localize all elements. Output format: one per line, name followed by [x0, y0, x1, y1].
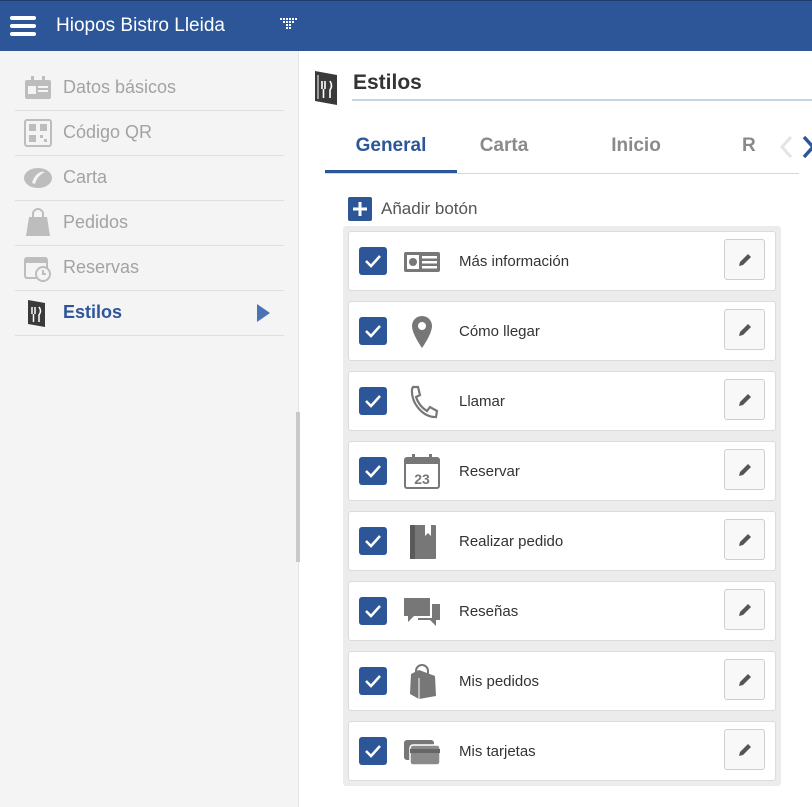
- menu-book-icon: [23, 298, 53, 328]
- item-label: Reseñas: [459, 603, 519, 620]
- item-label: Cómo llegar: [459, 323, 540, 340]
- tab-bar: General Carta Inicio R: [325, 121, 812, 174]
- map-pin-icon: [402, 314, 442, 350]
- sidebar-item-label: Carta: [63, 167, 108, 187]
- bag-icon: [402, 664, 442, 700]
- sidebar-item-pedidos[interactable]: Pedidos: [15, 201, 284, 246]
- list-item: Mis pedidos: [348, 651, 776, 711]
- sidebar-item-label: Código QR: [63, 122, 153, 142]
- item-label: Mis pedidos: [459, 673, 540, 690]
- sidebar-item-carta[interactable]: Carta: [15, 156, 284, 201]
- item-label: Realizar pedido: [459, 533, 564, 550]
- sidebar-item-reservas[interactable]: Reservas: [15, 246, 284, 291]
- item-label: Mis tarjetas: [459, 743, 536, 760]
- edit-button[interactable]: [724, 729, 765, 770]
- sidebar-item-estilos[interactable]: Estilos: [15, 291, 284, 336]
- sidebar-item-label: Estilos: [63, 302, 123, 322]
- chat-bubbles-icon: [402, 594, 442, 630]
- menu-book-icon: [402, 524, 442, 560]
- checkbox[interactable]: [359, 667, 387, 695]
- edit-button[interactable]: [724, 449, 765, 490]
- list-item: Reseñas: [348, 581, 776, 641]
- item-label: Reservar: [459, 463, 520, 480]
- credit-cards-icon: [402, 734, 442, 770]
- sidebar-item-label: Pedidos: [63, 212, 129, 232]
- edit-button[interactable]: [724, 239, 765, 280]
- edit-button[interactable]: [724, 519, 765, 560]
- app-title: Hiopos Bistro Lleida: [56, 15, 225, 36]
- checkbox[interactable]: [359, 317, 387, 345]
- chevron-left-icon[interactable]: [777, 135, 795, 159]
- checkbox[interactable]: [359, 457, 387, 485]
- chevron-right-icon[interactable]: [800, 135, 812, 159]
- list-item: Llamar: [348, 371, 776, 431]
- sidebar-nav: Datos básicos Código QR Carta Pedidos Re…: [15, 66, 284, 336]
- active-arrow-icon: [257, 304, 270, 322]
- list-item: 23 Reservar: [348, 441, 776, 501]
- item-label: Llamar: [459, 393, 505, 410]
- checkbox[interactable]: [359, 387, 387, 415]
- checkbox[interactable]: [359, 527, 387, 555]
- list-item: Mis tarjetas: [348, 721, 776, 781]
- plus-icon: [348, 197, 372, 221]
- checkbox[interactable]: [359, 597, 387, 625]
- checkbox[interactable]: [359, 737, 387, 765]
- id-card-icon: [23, 73, 53, 103]
- list-item: Cómo llegar: [348, 301, 776, 361]
- sidebar-item-label: Reservas: [63, 257, 140, 277]
- dot-grid-icon[interactable]: [280, 18, 300, 32]
- shopping-bag-icon: [23, 208, 53, 238]
- buttons-list: Más información Cómo llegar Llamar 23 Re…: [348, 231, 776, 791]
- calendar-icon: 23: [402, 454, 442, 490]
- info-card-icon: [402, 244, 442, 280]
- sidebar-item-codigo-qr[interactable]: Código QR: [15, 111, 284, 156]
- calendar-day-number: 23: [414, 471, 430, 487]
- tab-inicio[interactable]: Inicio: [570, 135, 702, 157]
- buttons-list-container: Más información Cómo llegar Llamar 23 Re…: [343, 226, 781, 786]
- hamburger-menu-icon[interactable]: [10, 16, 36, 36]
- edit-button[interactable]: [724, 379, 765, 420]
- title-divider: [352, 99, 812, 101]
- edit-button[interactable]: [724, 659, 765, 700]
- carta-leaf-icon: [23, 163, 53, 193]
- active-tab-indicator: [325, 170, 457, 173]
- calendar-clock-icon: [23, 253, 53, 283]
- sidebar-item-datos-basicos[interactable]: Datos básicos: [15, 66, 284, 111]
- sidebar-item-label: Datos básicos: [63, 77, 177, 97]
- edit-button[interactable]: [724, 309, 765, 350]
- menu-book-icon: [313, 70, 341, 106]
- phone-icon: [402, 384, 442, 420]
- item-label: Más información: [459, 253, 570, 270]
- list-item: Realizar pedido: [348, 511, 776, 571]
- list-item: Más información: [348, 231, 776, 291]
- tab-carta[interactable]: Carta: [438, 135, 570, 157]
- add-button-label: Añadir botón: [381, 199, 478, 218]
- checkbox[interactable]: [359, 247, 387, 275]
- top-bar: Hiopos Bistro Lleida: [0, 0, 812, 51]
- tab-partial[interactable]: R: [742, 135, 756, 157]
- sidebar: Datos básicos Código QR Carta Pedidos Re…: [0, 51, 299, 807]
- main-panel: Estilos General Carta Inicio R Añadir bo…: [300, 51, 812, 807]
- qr-code-icon: [23, 118, 53, 148]
- edit-button[interactable]: [724, 589, 765, 630]
- page-title: Estilos: [353, 71, 422, 94]
